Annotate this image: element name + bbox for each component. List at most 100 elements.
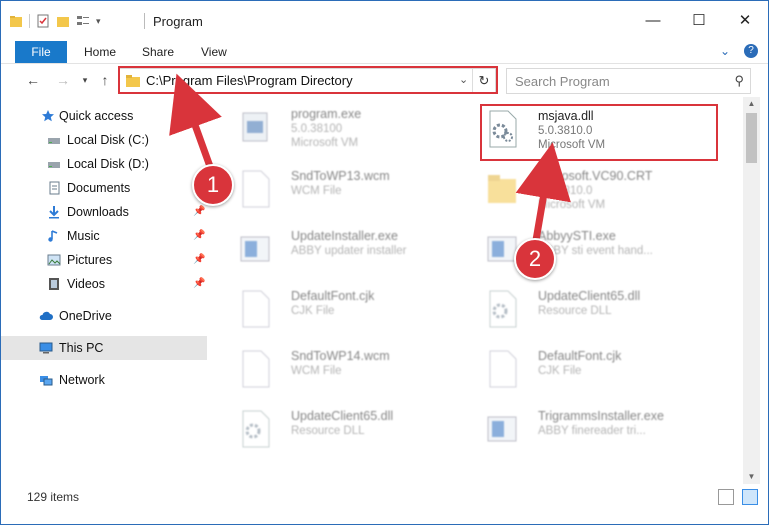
title-bar: ▾ Program — ☐ ✕ <box>1 1 768 41</box>
file-item[interactable]: UpdateInstaller.exe ABBY updater install… <box>237 225 467 275</box>
back-arrow-icon[interactable]: ← <box>23 70 43 90</box>
file-version: 5.0.3810.0 <box>538 185 593 197</box>
file-item[interactable]: SndToWP13.wcm WCM File <box>237 165 467 215</box>
close-button[interactable]: ✕ <box>722 1 768 41</box>
file-company: Microsoft VM <box>538 199 606 211</box>
new-folder-icon[interactable] <box>56 14 70 28</box>
sidebar-item-label: Network <box>59 373 105 387</box>
file-item[interactable]: UpdateClient65.dll Resource DLL <box>237 405 467 455</box>
sidebar-item-quick-access[interactable]: Quick access <box>1 104 207 128</box>
scroll-up-icon[interactable]: ▲ <box>743 97 760 111</box>
file-item[interactable]: SndToWP14.wcm WCM File <box>237 345 467 395</box>
navigation-pane: Quick access Local Disk (C:) Local Disk … <box>1 101 209 483</box>
file-name: UpdateInstaller.exe <box>291 229 399 243</box>
file-type: Resource DLL <box>291 425 365 437</box>
file-type: WCM File <box>291 365 342 377</box>
star-icon <box>42 110 54 122</box>
sidebar-item-downloads[interactable]: Downloads 📌 <box>1 200 207 224</box>
customize-toolbar-icon[interactable] <box>76 14 90 28</box>
sidebar-item-local-disk-c[interactable]: Local Disk (C:) <box>1 128 207 152</box>
sidebar-item-label: Local Disk (D:) <box>67 157 149 171</box>
file-name: SndToWP13.wcm <box>291 169 390 183</box>
file-name: Microsoft.VC90.CRT <box>538 169 653 183</box>
minimize-button[interactable]: — <box>630 1 676 41</box>
sidebar-item-documents[interactable]: Documents <box>1 176 207 200</box>
sidebar-item-music[interactable]: Music 📌 <box>1 224 207 248</box>
folder-icon <box>488 175 516 203</box>
file-name: UpdateClient65.dll <box>291 409 394 423</box>
file-item[interactable]: UpdateClient65.dll Resource DLL <box>484 285 714 335</box>
file-item[interactable]: DefaultFont.cjk CJK File <box>484 345 714 395</box>
status-bar: 129 items <box>1 485 768 509</box>
up-arrow-icon[interactable]: ↑ <box>95 70 115 90</box>
file-name: TrigrammsInstaller.exe <box>538 409 664 423</box>
title-separator <box>144 13 145 29</box>
sidebar-item-label: Documents <box>67 181 131 195</box>
file-name: AbbyySTI.exe <box>538 229 616 243</box>
scroll-down-icon[interactable]: ▼ <box>743 470 760 484</box>
tab-share[interactable]: Share <box>142 41 174 63</box>
toolbar-dropdown-icon[interactable]: ▾ <box>96 16 101 27</box>
scroll-thumb[interactable] <box>746 113 757 163</box>
file-name: DefaultFont.cjk <box>291 289 375 303</box>
drive-icon <box>48 138 60 144</box>
sidebar-item-label: Downloads <box>67 205 129 219</box>
file-name: DefaultFont.cjk <box>538 349 622 363</box>
sidebar-item-label: This PC <box>59 341 104 355</box>
folder-icon <box>126 75 140 87</box>
search-placeholder: Search Program <box>515 74 610 89</box>
sidebar-item-videos[interactable]: Videos 📌 <box>1 272 207 296</box>
file-name: UpdateClient65.dll <box>538 289 641 303</box>
expand-ribbon-icon[interactable]: ⌄ <box>720 44 730 58</box>
tab-view[interactable]: View <box>201 41 227 63</box>
large-icons-view-icon[interactable] <box>742 489 758 505</box>
blank-file-icon <box>242 290 270 328</box>
sidebar-item-onedrive[interactable]: OneDrive <box>1 304 207 328</box>
file-name: program.exe <box>291 107 362 121</box>
drive-icon <box>48 162 60 168</box>
sidebar-item-label: Quick access <box>59 109 134 123</box>
folder-icon[interactable] <box>9 14 23 28</box>
tab-home[interactable]: Home <box>84 41 116 63</box>
file-type: WCM File <box>291 185 342 197</box>
explorer-window: ▾ Program — ☐ ✕ File Home Share View ⌄ ?… <box>0 0 769 525</box>
file-highlight-box <box>480 104 718 161</box>
file-item[interactable]: TrigrammsInstaller.exe ABBY finereader t… <box>484 405 714 455</box>
dll-gear-icon <box>242 410 270 448</box>
pin-icon[interactable]: 📌 <box>193 224 205 248</box>
ribbon-tabs: File Home Share View ⌄ ? <box>1 41 768 64</box>
address-path[interactable]: C:\Program Files\Program Directory <box>146 73 353 88</box>
pin-icon[interactable]: 📌 <box>193 248 205 272</box>
navigation-bar: ← → ▾ ↑ C:\Program Files\Program Directo… <box>1 64 768 96</box>
details-view-icon[interactable] <box>718 489 734 505</box>
file-item[interactable]: Microsoft.VC90.CRT 5.0.3810.0 Microsoft … <box>484 165 714 215</box>
address-bar[interactable]: C:\Program Files\Program Directory ⌄ ↻ <box>119 68 496 94</box>
search-input[interactable]: Search Program ⚲ <box>506 68 751 94</box>
sidebar-item-label: Pictures <box>67 253 113 267</box>
sidebar-item-network[interactable]: Network <box>1 368 207 392</box>
forward-arrow-icon[interactable]: → <box>53 70 73 90</box>
file-name: SndToWP14.wcm <box>291 349 390 363</box>
blank-file-icon <box>242 170 270 208</box>
vertical-scrollbar[interactable]: ▲ ▼ <box>743 97 760 484</box>
recent-locations-icon[interactable]: ▾ <box>75 70 95 90</box>
file-list: program.exe 5.0.38100 Microsoft VM msjav… <box>211 97 743 482</box>
file-item[interactable]: program.exe 5.0.38100 Microsoft VM <box>237 103 467 153</box>
refresh-icon[interactable]: ↻ <box>472 69 495 93</box>
properties-icon[interactable] <box>36 14 50 28</box>
maximize-button[interactable]: ☐ <box>676 1 722 41</box>
tab-file[interactable]: File <box>15 41 67 63</box>
step-1-badge: 1 <box>192 164 234 206</box>
sidebar-item-this-pc[interactable]: This PC <box>1 336 207 360</box>
sidebar-item-local-disk-d[interactable]: Local Disk (D:) <box>1 152 207 176</box>
file-item[interactable]: DefaultFont.cjk CJK File <box>237 285 467 335</box>
file-description: ABBY finereader tri... <box>538 425 646 437</box>
sidebar-item-pictures[interactable]: Pictures 📌 <box>1 248 207 272</box>
pin-icon[interactable]: 📌 <box>193 272 205 296</box>
search-icon[interactable]: ⚲ <box>734 73 744 89</box>
help-icon[interactable]: ? <box>744 44 758 58</box>
videos-icon <box>49 278 59 290</box>
chevron-down-icon[interactable]: ⌄ <box>459 73 468 86</box>
file-version: 5.0.38100 <box>291 123 343 135</box>
exe-file-icon <box>242 112 268 142</box>
